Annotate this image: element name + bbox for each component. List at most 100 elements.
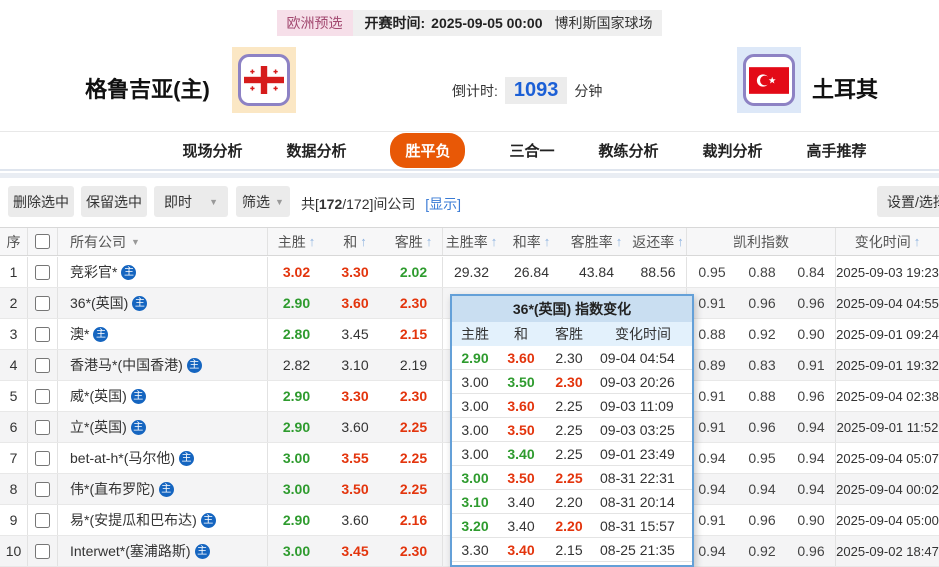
delete-selected-button[interactable]: 删除选中 [8,186,74,217]
home-odds[interactable]: 2.90 [268,288,325,318]
popup-draw-odds: 3.60 [498,350,544,366]
header-change-time[interactable]: 变化时间↑ [836,228,939,255]
row-checkbox[interactable] [35,513,50,528]
league-badge: 欧洲预选 [277,10,353,36]
kelly-2: 0.96 [737,288,787,318]
row-checkbox[interactable] [35,420,50,435]
away-odds[interactable]: 2.15 [385,319,443,349]
away-odds[interactable]: 2.25 [385,474,443,504]
home-odds[interactable]: 3.02 [268,257,325,287]
tab-7[interactable]: 高手推荐 [807,140,867,161]
company-cell[interactable]: 竞彩官*主 [58,257,268,287]
live-dropdown[interactable]: 即时 ▼ [154,186,228,217]
draw-odds[interactable]: 3.60 [325,505,385,535]
settings-button[interactable]: 设置/选择 [877,186,939,217]
kelly-3: 0.94 [787,474,836,504]
company-cell[interactable]: 立*(英国)主 [58,412,268,442]
draw-odds[interactable]: 3.60 [325,412,385,442]
company-cell[interactable]: 易*(安提瓜和巴布达)主 [58,505,268,535]
row-seq: 1 [0,257,28,287]
draw-odds[interactable]: 3.50 [325,474,385,504]
header-draw-odds[interactable]: 和↑ [325,228,385,255]
tab-1[interactable]: 现场分析 [182,140,242,161]
header-draw-rate[interactable]: 和率↑ [500,228,563,255]
company-cell[interactable]: bet-at-h*(马尔他)主 [58,443,268,473]
company-name: 威*(英国) [70,386,127,406]
row-checkbox[interactable] [35,544,50,559]
away-odds[interactable]: 2.30 [385,381,443,411]
home-odds[interactable]: 3.00 [268,474,325,504]
row-checkbox[interactable] [35,296,50,311]
sort-up-icon: ↑ [914,234,921,249]
home-odds[interactable]: 2.90 [268,381,325,411]
tab-5[interactable]: 教练分析 [599,140,659,161]
row-checkbox-cell [28,350,58,380]
popup-row: 3.103.402.2008-31 20:14 [452,490,692,514]
kelly-1: 0.91 [687,288,737,318]
company-cell[interactable]: 伟*(直布罗陀)主 [58,474,268,504]
company-cell[interactable]: Interwet*(塞浦路斯)主 [58,536,268,566]
away-odds[interactable]: 2.02 [385,257,443,287]
home-odds[interactable]: 3.00 [268,536,325,566]
row-checkbox[interactable] [35,451,50,466]
home-odds[interactable]: 2.90 [268,412,325,442]
company-cell[interactable]: 威*(英国)主 [58,381,268,411]
away-odds[interactable]: 2.30 [385,288,443,318]
home-odds[interactable]: 2.80 [268,319,325,349]
header-away-rate[interactable]: 客胜率↑ [563,228,630,255]
sort-up-icon: ↑ [309,234,316,249]
tab-6[interactable]: 裁判分析 [703,140,763,161]
header-select-all[interactable] [28,228,58,255]
popup-draw-odds: 3.40 [498,542,544,558]
away-odds[interactable]: 2.16 [385,505,443,535]
kelly-2: 0.92 [737,319,787,349]
select-all-checkbox[interactable] [35,234,50,249]
home-odds[interactable]: 2.90 [268,505,325,535]
draw-odds[interactable]: 3.60 [325,288,385,318]
away-odds[interactable]: 2.25 [385,412,443,442]
countdown: 倒计时: 1093 分钟 [452,77,602,104]
header-home-rate[interactable]: 主胜率↑ [443,228,500,255]
tab-2[interactable]: 数据分析 [286,140,346,161]
row-checkbox[interactable] [35,327,50,342]
sort-up-icon: ↑ [491,234,498,249]
filter-dropdown[interactable]: 筛选 ▼ [236,186,290,217]
row-seq: 8 [0,474,28,504]
tab-4[interactable]: 三合一 [509,140,554,161]
row-checkbox[interactable] [35,358,50,373]
row-checkbox[interactable] [35,482,50,497]
kelly-1: 0.94 [687,536,737,566]
header-company-label: 所有公司 [70,232,126,252]
header-away-odds[interactable]: 客胜↑ [385,228,443,255]
company-cell[interactable]: 澳*主 [58,319,268,349]
host-badge-icon: 主 [131,420,146,435]
kelly-3: 0.96 [787,536,836,566]
row-checkbox-cell [28,505,58,535]
row-checkbox[interactable] [35,389,50,404]
popup-row: 3.203.402.2008-31 15:57 [452,514,692,538]
show-link[interactable]: [显示] [425,196,461,212]
header-company[interactable]: 所有公司 ▼ [58,228,268,255]
keep-selected-button[interactable]: 保留选中 [81,186,147,217]
draw-odds[interactable]: 3.55 [325,443,385,473]
company-cell[interactable]: 香港马*(中国香港)主 [58,350,268,380]
draw-odds[interactable]: 3.30 [325,257,385,287]
home-odds[interactable]: 2.82 [268,350,325,380]
company-cell[interactable]: 36*(英国)主 [58,288,268,318]
draw-odds[interactable]: 3.45 [325,536,385,566]
away-odds[interactable]: 2.25 [385,443,443,473]
kelly-1: 0.94 [687,443,737,473]
header-return-rate[interactable]: 返还率↑ [630,228,687,255]
draw-odds[interactable]: 3.30 [325,381,385,411]
away-odds[interactable]: 2.30 [385,536,443,566]
header-home-odds[interactable]: 主胜↑ [268,228,325,255]
change-time: 2025-09-01 11:52 [836,412,939,442]
popup-draw-odds: 3.40 [498,446,544,462]
draw-odds[interactable]: 3.10 [325,350,385,380]
tab-3[interactable]: 胜平负 [390,133,465,168]
home-odds[interactable]: 3.00 [268,443,325,473]
away-odds[interactable]: 2.19 [385,350,443,380]
draw-odds[interactable]: 3.45 [325,319,385,349]
return-rate: 88.56 [630,257,687,287]
row-checkbox[interactable] [35,265,50,280]
